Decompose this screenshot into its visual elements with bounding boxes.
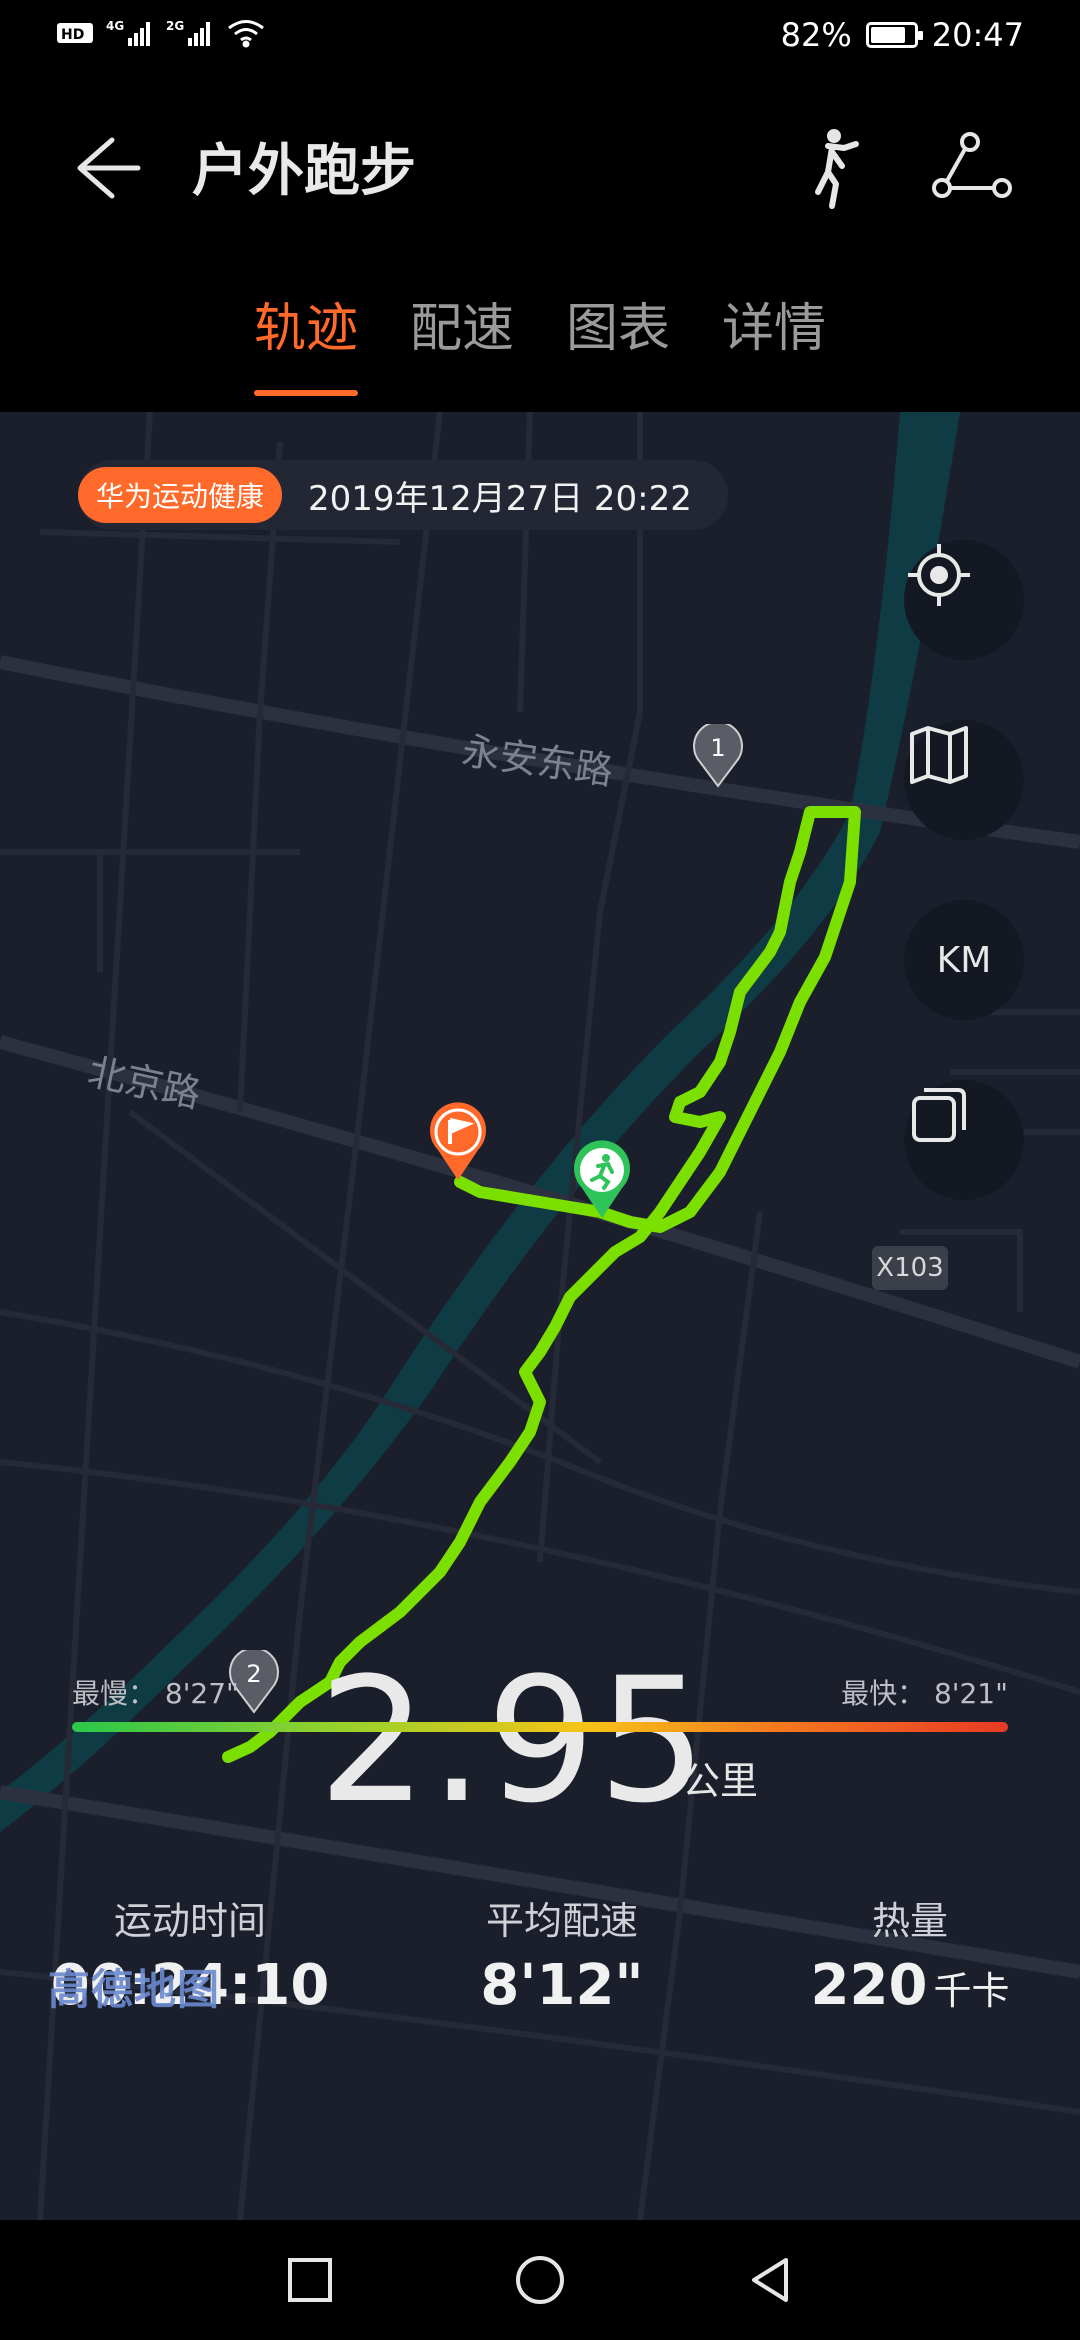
highway-label: X103 <box>872 1246 948 1290</box>
map-layer-icon <box>910 726 968 784</box>
km-button[interactable]: KM <box>904 900 1024 1020</box>
route-map[interactable]: 华为运动健康 2019年12月27日 20:22 永安东路 北京路 X103 1… <box>0 412 1080 2220</box>
flag-icon <box>430 1102 486 1180</box>
back-button[interactable] <box>66 128 146 208</box>
km-marker-1[interactable]: 1 <box>692 724 744 788</box>
wifi-icon <box>226 18 266 54</box>
locate-icon <box>908 544 970 606</box>
pace-value: 8'12" <box>480 1953 644 2018</box>
square-icon <box>288 2258 332 2302</box>
clock: 20:47 <box>931 16 1024 54</box>
svg-text:2: 2 <box>246 1660 261 1688</box>
duration-label: 运动时间 <box>113 1899 266 1943</box>
pin-icon: 1 <box>693 724 743 788</box>
system-nav-bar <box>0 2220 1080 2340</box>
total-distance: 2.95 <box>318 1640 709 1841</box>
calories-value: 220 <box>810 1953 928 2018</box>
route-share-icon <box>932 132 1012 198</box>
map-provider-logo: 高德地图 <box>48 1965 221 2014</box>
battery-percent: 82% <box>780 16 852 54</box>
map-layer-button[interactable] <box>904 720 1024 840</box>
route-share-button[interactable] <box>926 122 1016 212</box>
hd-icon: HD <box>56 21 96 51</box>
overlay-button[interactable] <box>904 1080 1024 1200</box>
pace-gradient-bar <box>72 1722 1008 1732</box>
workout-date: 2019年12月27日 20:22 <box>308 478 692 519</box>
battery-icon <box>865 22 923 48</box>
km-label: KM <box>936 939 992 981</box>
tab-track[interactable]: 轨迹 <box>253 286 359 406</box>
svg-text:4G: 4G <box>106 19 124 33</box>
recent-apps-button[interactable] <box>280 2250 340 2310</box>
circle-icon <box>516 2256 564 2304</box>
pace-label: 平均配速 <box>485 1899 638 1943</box>
4g-signal-icon: 4G <box>106 18 156 54</box>
calories-unit: 千卡 <box>933 1969 1010 2013</box>
tab-bar: 轨迹 配速 图表 详情 <box>0 286 1080 406</box>
svg-text:2G: 2G <box>166 19 184 33</box>
back-nav-button[interactable] <box>740 2250 800 2310</box>
svg-text:HD: HD <box>61 27 84 43</box>
stat-pace: 平均配速 8'12" <box>412 1890 712 2018</box>
status-icons-left: HD 4G 2G <box>56 18 266 54</box>
date-pill: 华为运动健康 2019年12月27日 20:22 <box>78 460 728 530</box>
slowest-pace: 最慢： 8'27" <box>72 1677 239 1710</box>
fastest-pace: 最快： 8'21" <box>841 1677 1008 1710</box>
tab-details[interactable]: 详情 <box>722 286 826 406</box>
calories-label: 热量 <box>871 1899 948 1943</box>
triangle-back-icon <box>752 2258 788 2302</box>
running-figure-button[interactable] <box>788 122 878 212</box>
back-arrow-icon <box>77 137 141 199</box>
overlay-icon <box>912 1088 966 1142</box>
status-bar: HD 4G 2G 82% 20:47 <box>0 0 1080 72</box>
tab-chart[interactable]: 图表 <box>566 286 670 406</box>
distance-unit: 公里 <box>682 1759 759 1803</box>
running-figure-icon <box>815 129 859 209</box>
2g-signal-icon: 2G <box>166 18 216 54</box>
stat-calories: 热量 220 千卡 <box>770 1890 1050 2018</box>
calories-value-row: 220 千卡 <box>770 1953 1050 2018</box>
locate-button[interactable] <box>904 540 1024 660</box>
runner-icon <box>574 1140 630 1218</box>
brand-badge: 华为运动健康 <box>78 467 283 523</box>
tab-pace[interactable]: 配速 <box>410 286 514 406</box>
status-icons-right: 82% 20:47 <box>781 16 1024 54</box>
svg-text:1: 1 <box>710 734 725 762</box>
app-header: 户外跑步 <box>0 72 1080 242</box>
page-title: 户外跑步 <box>192 139 416 204</box>
end-marker[interactable] <box>572 1140 632 1220</box>
start-marker[interactable] <box>428 1102 488 1182</box>
battery-fill <box>870 27 905 43</box>
home-button[interactable] <box>510 2250 570 2310</box>
